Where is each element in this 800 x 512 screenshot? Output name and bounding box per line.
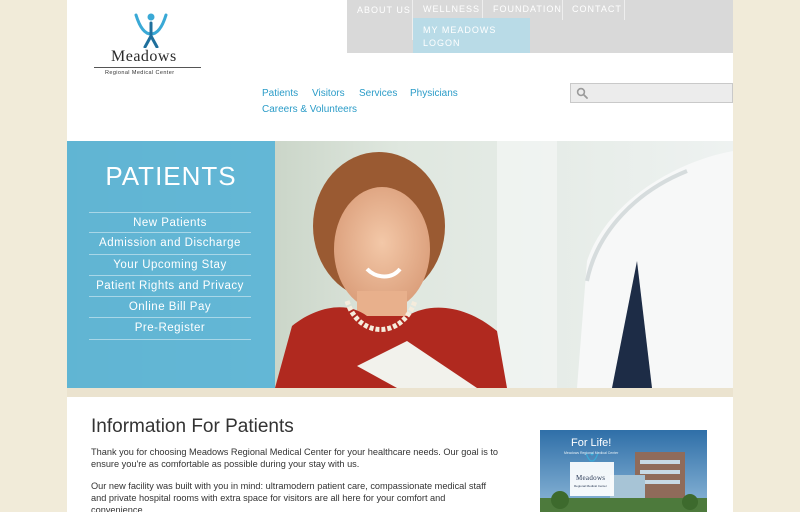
menu-pre-register[interactable]: Pre-Register (89, 318, 251, 340)
page: Meadows Regional Medical Center ABOUT US… (67, 0, 733, 512)
menu-admission-discharge[interactable]: Admission and Discharge (89, 233, 251, 255)
promo-brand-subtitle: Regional Medical Center (574, 484, 607, 488)
patients-menu: New Patients Admission and Discharge You… (89, 212, 251, 340)
menu-online-bill-pay[interactable]: Online Bill Pay (89, 297, 251, 319)
promo-title: For Life! (571, 437, 612, 449)
logo-figure-icon (134, 13, 168, 48)
patients-menu-panel: PATIENTS New Patients Admission and Disc… (67, 141, 275, 388)
logo[interactable]: Meadows Regional Medical Center (94, 12, 204, 78)
top-nav: ABOUT US WELLNESS FOUNDATION CONTACT MY … (347, 0, 733, 53)
top-nav-about[interactable]: ABOUT US (347, 0, 413, 40)
my-meadows-logon-button[interactable]: MY MEADOWS LOGON (413, 18, 530, 53)
nav-patients[interactable]: Patients (262, 88, 298, 99)
promo-brand: Meadows (576, 474, 606, 482)
top-nav-wellness[interactable]: WELLNESS (413, 0, 483, 20)
search-box (570, 83, 733, 103)
nav-visitors[interactable]: Visitors (312, 88, 345, 99)
nav-careers-volunteers[interactable]: Careers & Volunteers (262, 104, 357, 115)
divider-band (67, 388, 733, 397)
hero-banner: PATIENTS New Patients Admission and Disc… (67, 141, 733, 388)
promo-banner[interactable]: For Life! Meadows Regional Medical Cente… (540, 430, 707, 512)
logo-name: Meadows (111, 48, 177, 65)
top-nav-contact[interactable]: CONTACT (563, 0, 625, 20)
page-title: Information For Patients (91, 416, 294, 437)
intro-paragraph: Thank you for choosing Meadows Regional … (91, 447, 499, 469)
search-icon[interactable] (576, 87, 588, 99)
logo-divider (94, 67, 201, 68)
hero-title: PATIENTS (105, 161, 237, 191)
facility-paragraph: Our new facility was built with you in m… (91, 481, 487, 512)
search-input[interactable] (591, 86, 729, 100)
menu-patient-rights[interactable]: Patient Rights and Privacy (89, 276, 251, 298)
promo-subtitle: Meadows Regional Medical Center (564, 451, 619, 455)
nav-services[interactable]: Services (359, 88, 397, 99)
logo-subtitle: Regional Medical Center (105, 70, 175, 76)
top-nav-foundation[interactable]: FOUNDATION (483, 0, 563, 20)
nav-physicians[interactable]: Physicians (410, 88, 458, 99)
menu-new-patients[interactable]: New Patients (89, 212, 251, 234)
promo-image (540, 430, 707, 512)
menu-upcoming-stay[interactable]: Your Upcoming Stay (89, 255, 251, 276)
